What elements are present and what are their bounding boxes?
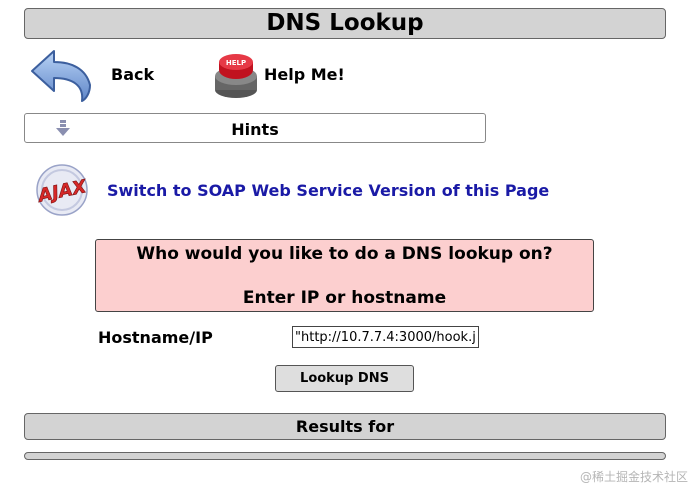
lookup-dns-button[interactable]: Lookup DNS (275, 365, 414, 392)
hints-label: Hints (231, 120, 279, 139)
page-title: DNS Lookup (24, 8, 666, 39)
prompt-instruction: Enter IP or hostname (242, 288, 447, 308)
results-header: Results for (24, 413, 666, 440)
help-icon-text: HELP (226, 59, 246, 67)
help-link[interactable]: Help Me! (264, 65, 345, 84)
prompt-question: Who would you like to do a DNS lookup on… (136, 244, 553, 264)
results-content (24, 452, 666, 460)
back-arrow-icon[interactable] (28, 45, 94, 103)
soap-version-link[interactable]: Switch to SOAP Web Service Version of th… (107, 181, 549, 200)
watermark: @稀土掘金技术社区 (579, 470, 688, 484)
ajax-logo: AJAX (34, 164, 90, 216)
hostname-input[interactable] (292, 326, 479, 348)
help-button-icon[interactable]: HELP (210, 52, 262, 100)
lookup-prompt: Who would you like to do a DNS lookup on… (95, 239, 594, 312)
hostname-label: Hostname/IP (98, 328, 213, 347)
back-link[interactable]: Back (111, 65, 154, 84)
hints-toggle[interactable]: Hints (24, 113, 486, 143)
